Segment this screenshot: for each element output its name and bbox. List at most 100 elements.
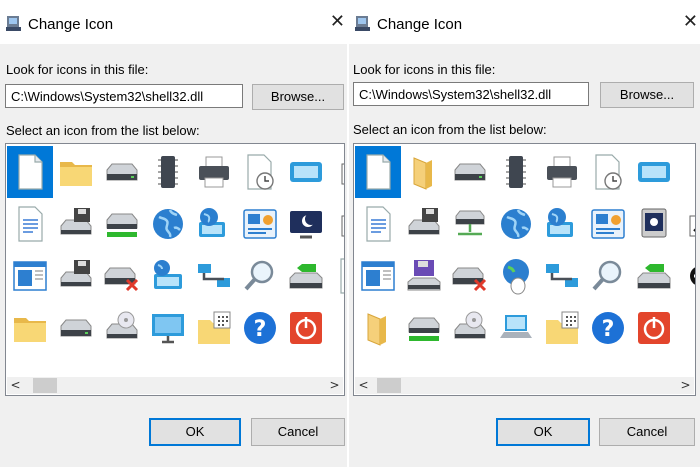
icon-cell[interactable]: [677, 146, 695, 198]
icon-cell[interactable]: [99, 146, 145, 198]
blank-document-icon: [18, 154, 43, 190]
icon-cell[interactable]: [329, 146, 344, 198]
icon-cell[interactable]: [539, 198, 585, 250]
icon-cell[interactable]: [355, 250, 401, 302]
icon-cell[interactable]: [7, 250, 53, 302]
close-button[interactable]: ✕: [330, 12, 345, 32]
icon-cell[interactable]: [145, 302, 191, 354]
icon-cell[interactable]: [585, 146, 631, 198]
icon-cell[interactable]: [145, 198, 191, 250]
icon-cell[interactable]: [191, 302, 237, 354]
icon-cell[interactable]: [539, 250, 585, 302]
scroll-left-arrow[interactable]: <: [355, 377, 372, 394]
icon-cell[interactable]: [329, 198, 344, 250]
icon-cell[interactable]: [283, 302, 329, 354]
icon-cell[interactable]: [401, 198, 447, 250]
icon-cell[interactable]: [401, 146, 447, 198]
close-button[interactable]: ✕: [683, 12, 698, 32]
icon-cell[interactable]: ?: [237, 302, 283, 354]
ok-button[interactable]: OK: [149, 418, 241, 446]
dialog-title: Change Icon: [28, 16, 114, 33]
icon-cell[interactable]: [145, 146, 191, 198]
icon-cell[interactable]: [631, 302, 677, 354]
icon-cell[interactable]: [283, 198, 329, 250]
browse-button[interactable]: Browse...: [252, 84, 344, 110]
network-icon: [546, 264, 578, 287]
icon-cell[interactable]: [191, 146, 237, 198]
file-path-input[interactable]: [353, 82, 589, 106]
icon-cell[interactable]: [677, 250, 695, 302]
world-computer-icon: [154, 260, 182, 289]
icon-cell[interactable]: [493, 302, 539, 354]
drive-icon: [106, 163, 138, 181]
icon-cell[interactable]: [631, 146, 677, 198]
icon-cell[interactable]: ?: [585, 302, 631, 354]
icon-cell[interactable]: [237, 198, 283, 250]
scroll-right-arrow[interactable]: >: [677, 377, 694, 394]
scrollbar-thumb[interactable]: [33, 378, 57, 393]
scroll-right-arrow[interactable]: >: [326, 377, 343, 394]
icon-cell[interactable]: [401, 250, 447, 302]
icon-cell[interactable]: [631, 250, 677, 302]
icon-cell[interactable]: [99, 198, 145, 250]
icon-cell[interactable]: [237, 250, 283, 302]
icon-cell[interactable]: [329, 302, 344, 354]
scroll-left-arrow[interactable]: <: [7, 377, 24, 394]
icon-cell[interactable]: [493, 198, 539, 250]
icon-list[interactable]: ? < >: [353, 143, 696, 396]
internet-explorer-icon: [501, 209, 531, 239]
cancel-button[interactable]: Cancel: [251, 418, 345, 446]
icon-cell[interactable]: [539, 146, 585, 198]
icon-cell[interactable]: [447, 198, 493, 250]
icon-cell[interactable]: [53, 250, 99, 302]
icon-cell[interactable]: [677, 198, 695, 250]
cancel-button[interactable]: Cancel: [599, 418, 695, 446]
horizontal-scrollbar[interactable]: < >: [355, 377, 694, 394]
icon-cell[interactable]: [355, 198, 401, 250]
icon-cell[interactable]: [585, 250, 631, 302]
shortcut-arrow-icon: [341, 163, 344, 185]
icon-cell[interactable]: [493, 250, 539, 302]
icon-cell[interactable]: [677, 302, 695, 354]
help-icon: ?: [592, 312, 624, 344]
icon-cell[interactable]: [539, 302, 585, 354]
icon-cell[interactable]: [447, 146, 493, 198]
icon-cell[interactable]: [355, 146, 401, 198]
network-globe-icon: [547, 208, 573, 237]
icon-cell[interactable]: [493, 146, 539, 198]
icon-cell[interactable]: [7, 146, 53, 198]
icon-cell[interactable]: [53, 146, 99, 198]
icon-cell[interactable]: [329, 250, 344, 302]
icon-cell[interactable]: [99, 302, 145, 354]
icon-cell[interactable]: [191, 250, 237, 302]
horizontal-scrollbar[interactable]: < >: [7, 377, 343, 394]
icon-cell[interactable]: [7, 302, 53, 354]
icon-cell[interactable]: [283, 250, 329, 302]
icon-cell[interactable]: [631, 198, 677, 250]
icon-cell[interactable]: [53, 198, 99, 250]
scrollbar-thumb[interactable]: [377, 378, 401, 393]
search-icon: [592, 260, 622, 291]
file-path-input[interactable]: [5, 84, 243, 108]
ok-button[interactable]: OK: [496, 418, 590, 446]
icon-cell[interactable]: [191, 198, 237, 250]
icon-cell[interactable]: [401, 302, 447, 354]
icon-cell[interactable]: [355, 302, 401, 354]
icon-cell[interactable]: [447, 302, 493, 354]
document-clock-icon: [595, 154, 622, 190]
browse-button[interactable]: Browse...: [600, 82, 694, 108]
icon-list[interactable]: ? < >: [5, 143, 345, 396]
icon-cell[interactable]: [237, 146, 283, 198]
icon-cell[interactable]: [7, 198, 53, 250]
icon-cell[interactable]: [447, 250, 493, 302]
icon-cell[interactable]: [53, 302, 99, 354]
printer-icon: [547, 156, 577, 188]
app-icon: [355, 16, 370, 31]
memory-chip-icon: [506, 156, 526, 188]
icon-cell[interactable]: [283, 146, 329, 198]
icon-cell[interactable]: [99, 250, 145, 302]
icon-cell[interactable]: [145, 250, 191, 302]
folder-icon: [60, 162, 92, 186]
icon-cell[interactable]: [585, 198, 631, 250]
select-icon-label: Select an icon from the list below:: [6, 123, 200, 138]
